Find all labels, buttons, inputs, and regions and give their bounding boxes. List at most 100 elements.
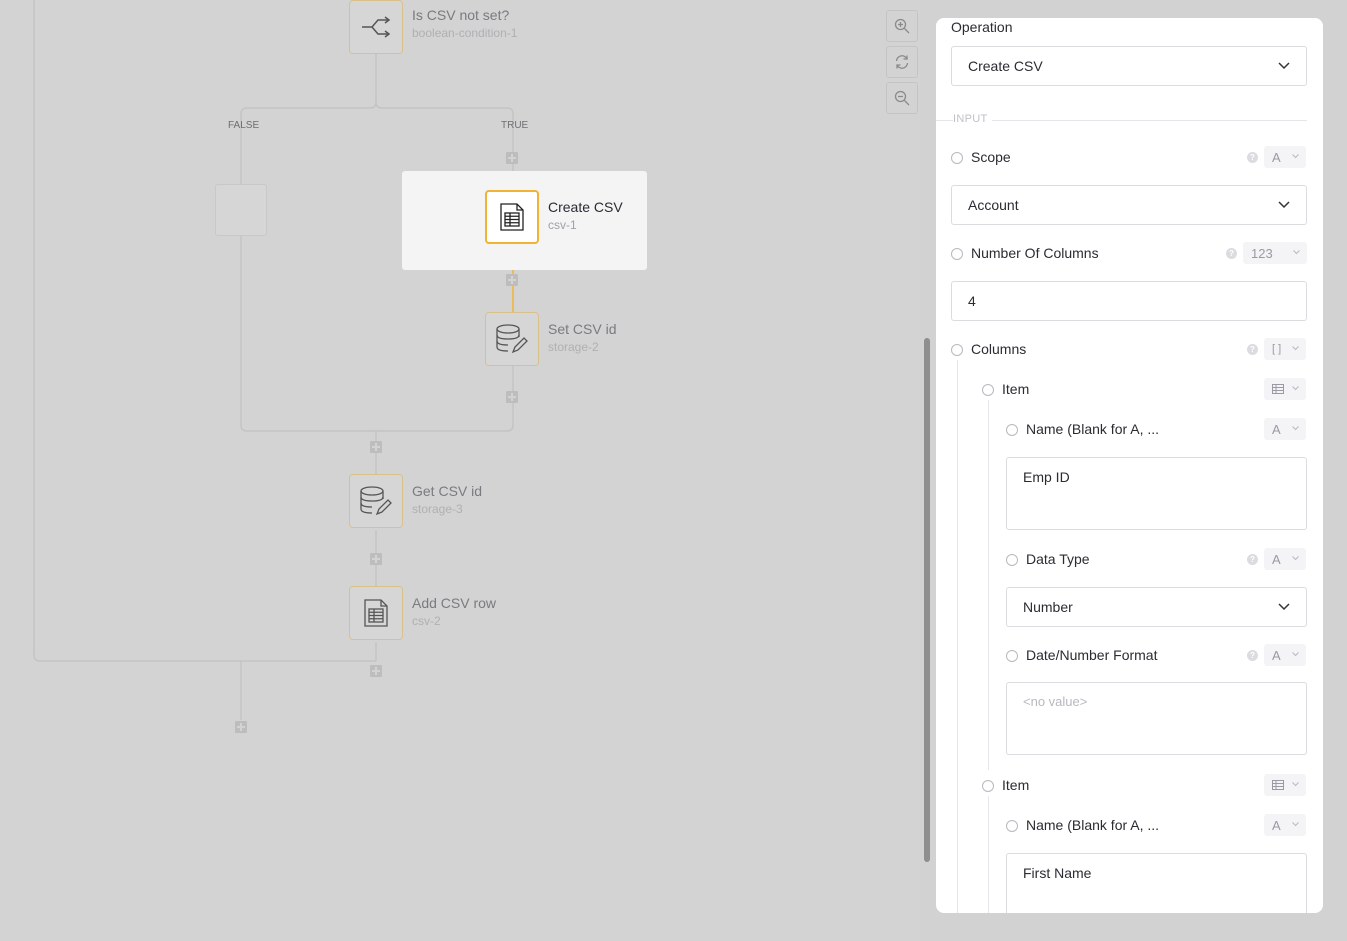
type-label: A xyxy=(1272,551,1281,567)
database-edit-icon xyxy=(496,324,528,354)
num-columns-radio[interactable] xyxy=(951,248,963,260)
add-step-icon[interactable] xyxy=(370,665,382,677)
type-label: 123 xyxy=(1251,245,1273,261)
node-id: storage-3 xyxy=(412,502,463,516)
name-type-selector[interactable]: A xyxy=(1264,418,1306,440)
help-icon[interactable]: ? xyxy=(1247,650,1258,661)
branch-label-true: TRUE xyxy=(501,120,529,131)
scope-label: Scope xyxy=(971,149,1011,165)
node-id: csv-1 xyxy=(548,218,577,232)
zoom-out-icon xyxy=(894,90,910,106)
item-radio[interactable] xyxy=(982,780,994,792)
name-label: Name (Blank for A, ... xyxy=(1026,817,1160,833)
format-type-selector[interactable]: A xyxy=(1264,644,1306,666)
add-step-icon[interactable] xyxy=(506,274,518,286)
workflow-canvas[interactable]: Is CSV not set? boolean-condition-1 FALS… xyxy=(0,0,920,941)
scope-type-selector[interactable]: A xyxy=(1264,146,1306,168)
properties-panel: Operation Create CSV INPUT Scope ? A Acc… xyxy=(936,18,1323,913)
num-columns-label: Number Of Columns xyxy=(971,245,1099,261)
chevron-down-icon xyxy=(1292,822,1299,827)
chevron-down-icon xyxy=(1292,386,1299,391)
help-icon[interactable]: ? xyxy=(1247,152,1258,163)
chevron-down-icon xyxy=(1292,782,1299,787)
zoom-in-icon xyxy=(894,18,910,34)
create-csv-node[interactable] xyxy=(485,190,539,244)
add-step-icon[interactable] xyxy=(370,441,382,453)
get-csv-node[interactable] xyxy=(349,474,403,528)
columns-radio[interactable] xyxy=(951,344,963,356)
add-csv-row-node[interactable] xyxy=(349,586,403,640)
tree-guide xyxy=(988,796,989,913)
add-step-icon[interactable] xyxy=(370,553,382,565)
num-columns-input[interactable]: 4 xyxy=(951,281,1307,321)
operation-value: Create CSV xyxy=(968,58,1043,74)
name-textarea[interactable]: First Name xyxy=(1006,853,1307,913)
name-label: Name (Blank for A, ... xyxy=(1026,421,1160,437)
name-textarea[interactable]: Emp ID xyxy=(1006,457,1307,530)
node-title: Get CSV id xyxy=(412,483,483,499)
format-radio[interactable] xyxy=(1006,650,1018,662)
table-icon xyxy=(1272,780,1284,790)
help-icon[interactable]: ? xyxy=(1247,344,1258,355)
spreadsheet-icon xyxy=(364,599,388,627)
tree-guide xyxy=(988,400,989,770)
data-type-value: Number xyxy=(1023,599,1073,615)
format-label: Date/Number Format xyxy=(1026,647,1158,663)
data-type-select[interactable]: Number xyxy=(1006,587,1307,627)
node-title: Add CSV row xyxy=(412,595,497,611)
name-radio[interactable] xyxy=(1006,424,1018,436)
chevron-down-icon xyxy=(1278,62,1290,70)
canvas-scrollbar[interactable] xyxy=(924,338,930,862)
operation-label: Operation xyxy=(951,19,1013,35)
type-label: A xyxy=(1272,421,1281,437)
reset-zoom-button[interactable] xyxy=(886,46,918,78)
columns-type-selector[interactable]: [ ] xyxy=(1264,338,1306,360)
item-label: Item xyxy=(1002,381,1030,397)
empty-branch-placeholder[interactable] xyxy=(215,184,267,236)
chevron-down-icon xyxy=(1292,652,1299,657)
divider xyxy=(936,120,1307,121)
chevron-down-icon xyxy=(1292,154,1299,159)
type-label: [ ] xyxy=(1272,343,1282,355)
zoom-in-button[interactable] xyxy=(886,10,918,42)
name-radio[interactable] xyxy=(1006,820,1018,832)
database-edit-icon xyxy=(360,486,392,516)
data-type-label: Data Type xyxy=(1026,551,1090,567)
help-icon[interactable]: ? xyxy=(1226,248,1237,259)
node-id: csv-2 xyxy=(412,614,441,628)
num-columns-type-selector[interactable]: 123 xyxy=(1243,242,1307,264)
item-radio[interactable] xyxy=(982,384,994,396)
refresh-icon xyxy=(895,55,909,69)
tree-guide xyxy=(957,360,958,913)
item-type-selector[interactable] xyxy=(1264,378,1306,400)
add-step-icon[interactable] xyxy=(235,721,247,733)
format-textarea[interactable]: <no value> xyxy=(1006,682,1307,755)
scope-select[interactable]: Account xyxy=(951,185,1307,225)
chevron-down-icon xyxy=(1278,201,1290,209)
chevron-down-icon xyxy=(1292,556,1299,561)
type-label: A xyxy=(1272,149,1281,165)
data-type-radio[interactable] xyxy=(1006,554,1018,566)
item-label: Item xyxy=(1002,777,1030,793)
type-label: A xyxy=(1272,817,1281,833)
input-section-label: INPUT xyxy=(953,113,992,125)
zoom-out-button[interactable] xyxy=(886,82,918,114)
node-title: Is CSV not set? xyxy=(412,7,510,23)
condition-node[interactable] xyxy=(349,0,403,54)
name-type-selector[interactable]: A xyxy=(1264,814,1306,836)
item-type-selector[interactable] xyxy=(1264,774,1306,796)
chevron-down-icon xyxy=(1292,346,1299,351)
add-step-icon[interactable] xyxy=(506,391,518,403)
scope-radio[interactable] xyxy=(951,152,963,164)
operation-select[interactable]: Create CSV xyxy=(951,46,1307,86)
add-step-icon[interactable] xyxy=(506,152,518,164)
data-type-type-selector[interactable]: A xyxy=(1264,548,1306,570)
node-id: boolean-condition-1 xyxy=(412,26,518,40)
node-id: storage-2 xyxy=(548,340,599,354)
type-label: A xyxy=(1272,647,1281,663)
help-icon[interactable]: ? xyxy=(1247,554,1258,565)
branch-label-false: FALSE xyxy=(228,120,260,131)
table-icon xyxy=(1272,384,1284,394)
scope-value: Account xyxy=(968,197,1019,213)
set-csv-node[interactable] xyxy=(485,312,539,366)
